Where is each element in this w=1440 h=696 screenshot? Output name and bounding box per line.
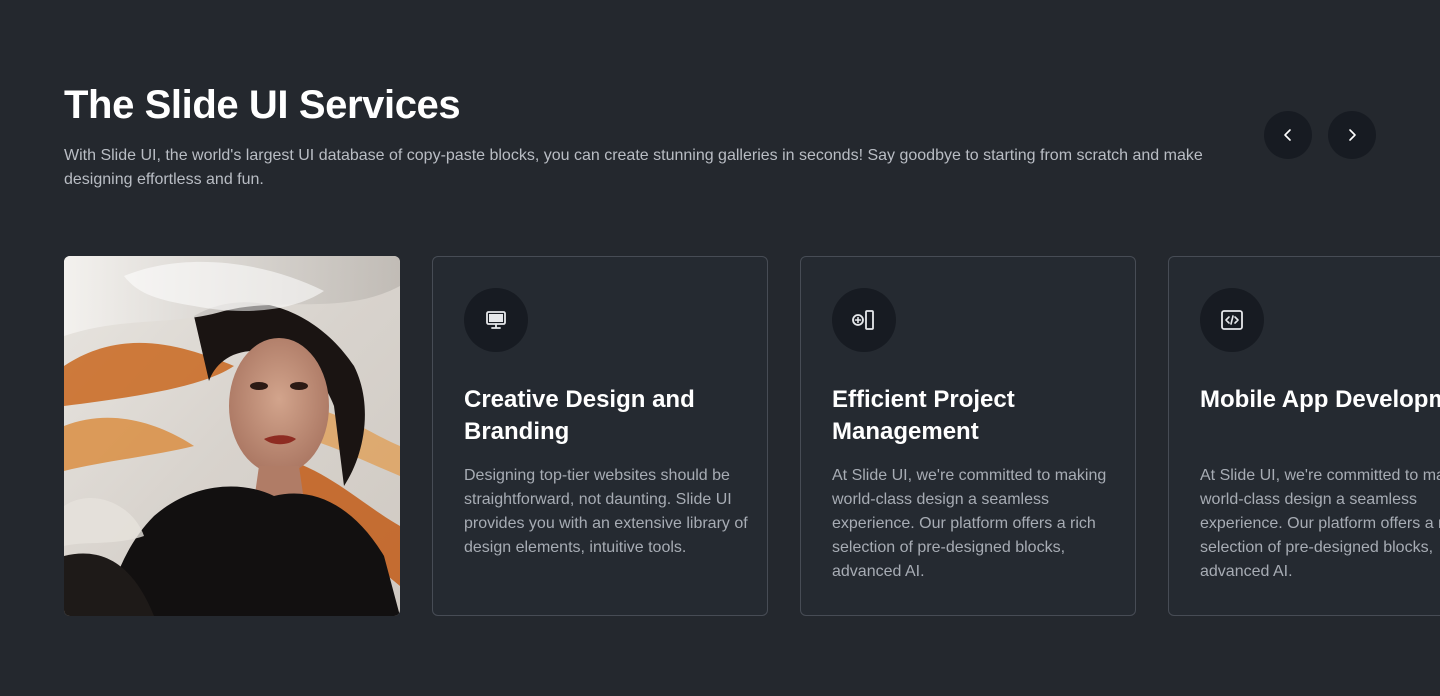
card-title: Efficient Project Management <box>832 386 1015 445</box>
add-column-icon <box>832 288 896 352</box>
service-card-project-management[interactable]: Efficient Project Management At Slide UI… <box>800 256 1136 616</box>
services-section: The Slide UI Services With Slide UI, the… <box>0 0 1440 696</box>
section-title: The Slide UI Services <box>64 83 461 127</box>
chevron-right-icon <box>1344 127 1360 143</box>
card-description: At Slide UI, we're committed to making w… <box>832 467 1107 580</box>
service-card-mobile-app[interactable]: Mobile App Development At Slide UI, we'r… <box>1168 256 1440 616</box>
code-file-icon <box>1200 288 1264 352</box>
section-subtitle: With Slide UI, the world's largest UI da… <box>64 147 1203 188</box>
card-title: Creative Design and Branding <box>464 386 695 445</box>
card-description: Designing top-tier websites should be st… <box>464 467 748 556</box>
next-slide-button[interactable] <box>1328 111 1376 159</box>
service-card-creative-design[interactable]: Creative Design and Branding Designing t… <box>432 256 768 616</box>
services-carousel: Creative Design and Branding Designing t… <box>64 256 1440 616</box>
card-title: Mobile App Development <box>1200 386 1440 413</box>
chevron-left-icon <box>1280 127 1296 143</box>
monitor-icon <box>464 288 528 352</box>
card-description: At Slide UI, we're committed to making w… <box>1200 467 1440 580</box>
previous-slide-button[interactable] <box>1264 111 1312 159</box>
portrait-image <box>64 256 400 616</box>
